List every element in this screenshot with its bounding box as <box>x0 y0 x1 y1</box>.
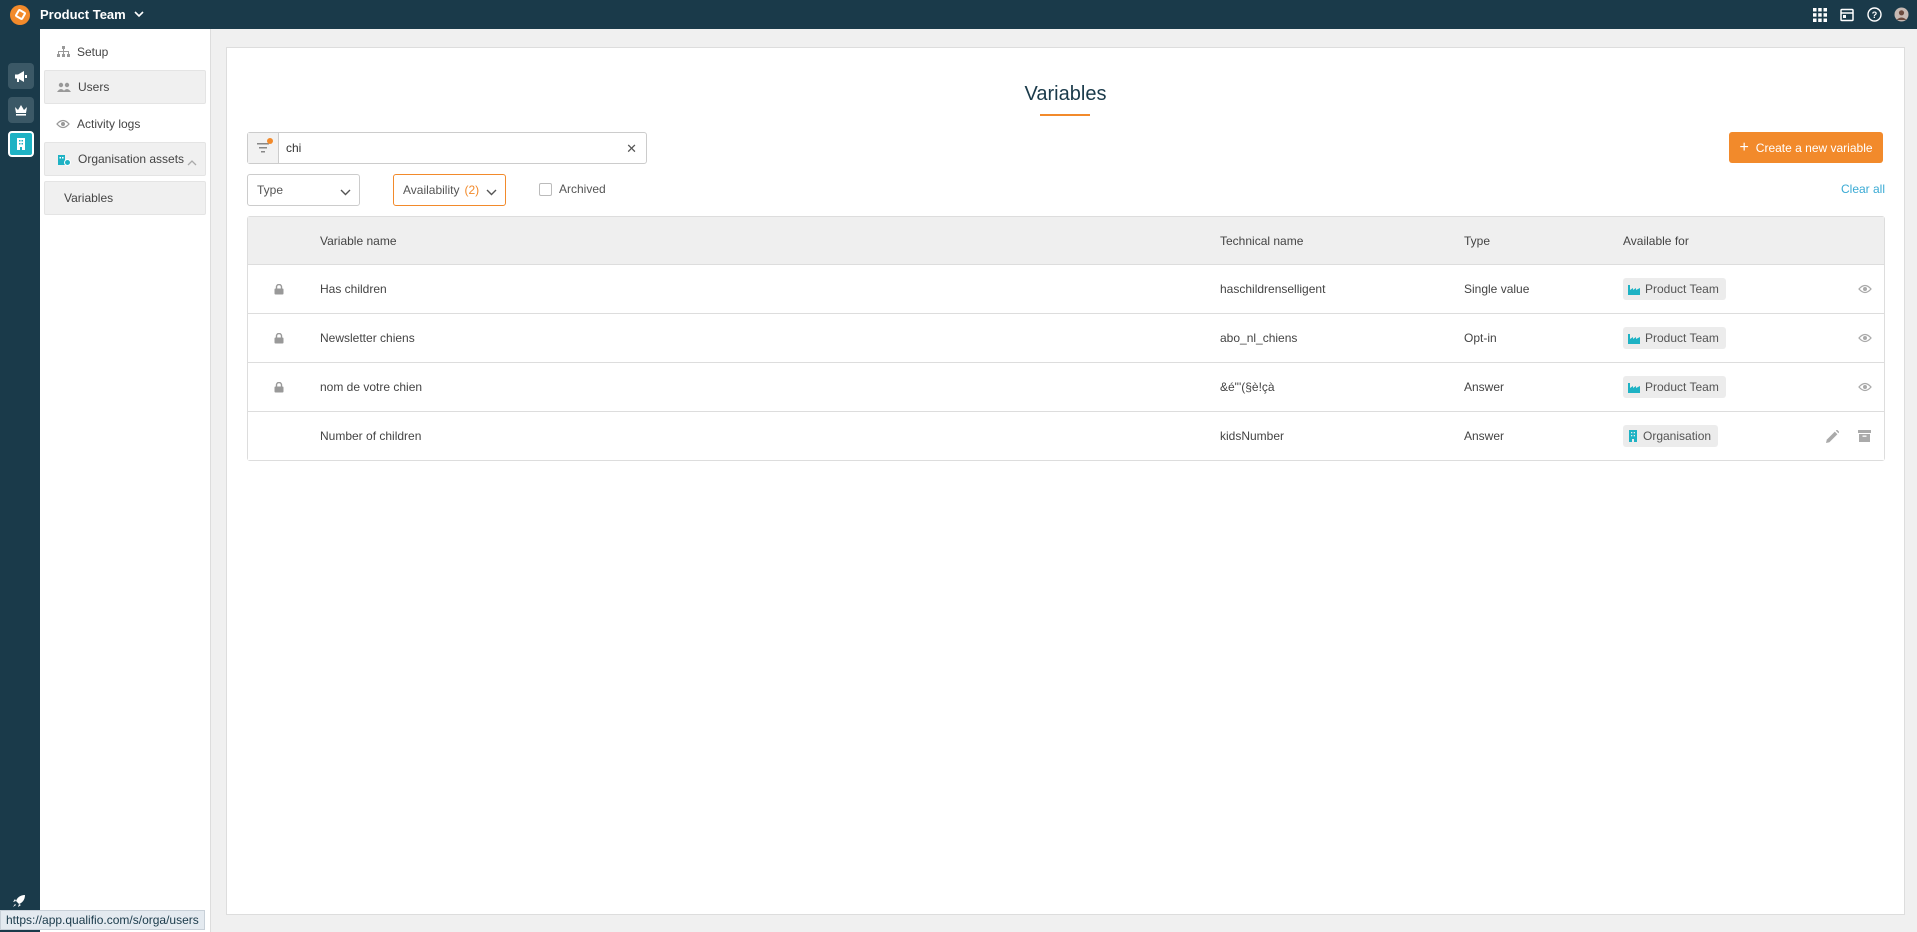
variable-name: nom de votre chien <box>320 380 423 394</box>
availability-badge: Product Team <box>1623 327 1726 349</box>
factory-icon <box>1628 284 1640 295</box>
calendar-icon[interactable] <box>1839 7 1855 23</box>
lock-icon <box>274 363 284 411</box>
archived-filter[interactable]: Archived <box>539 182 606 196</box>
sidebar-item-label: Setup <box>77 45 109 59</box>
hierarchy-icon <box>56 45 70 59</box>
team-switcher-label[interactable]: Product Team <box>40 7 126 22</box>
variables-table: Variable name Technical name Type Availa… <box>247 216 1885 461</box>
megaphone-icon[interactable] <box>8 63 34 89</box>
chevron-down-icon <box>340 185 351 199</box>
edit-pencil-icon[interactable] <box>1826 412 1839 460</box>
status-bar-url: https://app.qualifio.com/s/orga/users <box>0 910 205 930</box>
sidebar-item-label: Variables <box>64 191 114 205</box>
chevron-down-icon <box>486 185 497 199</box>
sidebar-item-variables[interactable]: Variables <box>44 181 206 215</box>
column-header-available-for[interactable]: Available for <box>1623 217 1689 264</box>
archived-label: Archived <box>559 182 606 196</box>
table-header: Variable name Technical name Type Availa… <box>248 217 1884 265</box>
close-icon[interactable]: ✕ <box>626 141 637 157</box>
archive-box-icon[interactable] <box>1858 412 1871 460</box>
column-header-type[interactable]: Type <box>1464 217 1490 264</box>
search-input[interactable] <box>279 141 619 155</box>
view-eye-icon[interactable] <box>1858 363 1872 411</box>
sidebar-item-setup[interactable]: Setup <box>44 35 206 69</box>
page-title: Variables <box>1024 83 1107 105</box>
availability-badge: Product Team <box>1623 278 1726 300</box>
technical-name: haschildrenselligent <box>1220 282 1326 296</box>
lock-icon <box>274 265 284 313</box>
variable-type: Single value <box>1464 282 1530 296</box>
sidebar-item-label: Users <box>78 80 110 94</box>
create-variable-button[interactable]: + Create a new variable <box>1729 132 1883 163</box>
sidebar: Setup Users Activity logs Organisation a… <box>40 29 211 932</box>
technical-name: kidsNumber <box>1220 429 1285 443</box>
sidebar-item-activity-logs[interactable]: Activity logs <box>44 107 206 141</box>
variable-name: Number of children <box>320 429 422 443</box>
title-underline <box>1040 114 1090 116</box>
table-row[interactable]: Newsletter chiens abo_nl_chiens Opt-in P… <box>248 314 1884 363</box>
main-panel: Variables ✕ + Create a new variable Type… <box>226 47 1905 915</box>
sidebar-item-organisation-assets[interactable]: Organisation assets <box>44 142 206 176</box>
help-icon[interactable]: ? <box>1866 7 1882 23</box>
column-header-variable-name[interactable]: Variable name <box>320 217 397 264</box>
lock-icon <box>274 314 284 362</box>
user-avatar-icon[interactable] <box>1893 7 1909 23</box>
archived-checkbox[interactable] <box>539 182 552 196</box>
view-eye-icon[interactable] <box>1858 314 1872 362</box>
crown-icon[interactable] <box>8 97 34 123</box>
view-eye-icon[interactable] <box>1858 265 1872 313</box>
building-icon <box>1629 430 1637 442</box>
clear-all-link[interactable]: Clear all <box>1841 182 1885 196</box>
availability-badge: Organisation <box>1623 425 1719 447</box>
table-row[interactable]: Number of children kidsNumber Answer Org… <box>248 412 1884 460</box>
variable-name: Has children <box>320 282 387 296</box>
factory-icon <box>1628 382 1640 393</box>
sidebar-item-label: Activity logs <box>77 117 141 131</box>
plus-icon: + <box>1739 138 1749 156</box>
chevron-up-icon[interactable] <box>187 155 197 169</box>
variable-type: Opt-in <box>1464 331 1497 345</box>
availability-count: (2) <box>464 183 480 197</box>
eye-icon <box>56 117 70 131</box>
chevron-down-icon[interactable] <box>134 9 144 21</box>
sidebar-item-users[interactable]: Users <box>44 70 206 104</box>
users-icon <box>57 80 71 94</box>
filter-active-dot <box>267 138 273 144</box>
building-assets-icon <box>57 152 71 166</box>
table-row[interactable]: nom de votre chien &é"'(§è!çà Answer Pro… <box>248 363 1884 412</box>
variable-name: Newsletter chiens <box>320 331 415 345</box>
table-row[interactable]: Has children haschildrenselligent Single… <box>248 265 1884 314</box>
variable-type: Answer <box>1464 429 1505 443</box>
search-bar: ✕ <box>247 132 647 164</box>
svg-text:?: ? <box>1871 10 1877 20</box>
availability-badge: Product Team <box>1623 376 1726 398</box>
technical-name: abo_nl_chiens <box>1220 331 1298 345</box>
filter-toggle-icon[interactable] <box>248 133 279 163</box>
sidebar-item-label: Organisation assets <box>78 152 185 166</box>
apps-grid-icon[interactable] <box>1812 7 1828 23</box>
app-rail <box>0 29 40 932</box>
qualifio-logo-icon[interactable] <box>10 4 30 25</box>
type-filter-select[interactable]: Type <box>247 174 360 206</box>
building-icon[interactable] <box>8 131 34 157</box>
factory-icon <box>1628 333 1640 344</box>
variable-type: Answer <box>1464 380 1505 394</box>
availability-filter-select[interactable]: Availability (2) <box>393 174 506 206</box>
top-bar: Product Team ? <box>0 0 1917 29</box>
column-header-technical-name[interactable]: Technical name <box>1220 217 1303 264</box>
technical-name: &é"'(§è!çà <box>1220 380 1275 394</box>
